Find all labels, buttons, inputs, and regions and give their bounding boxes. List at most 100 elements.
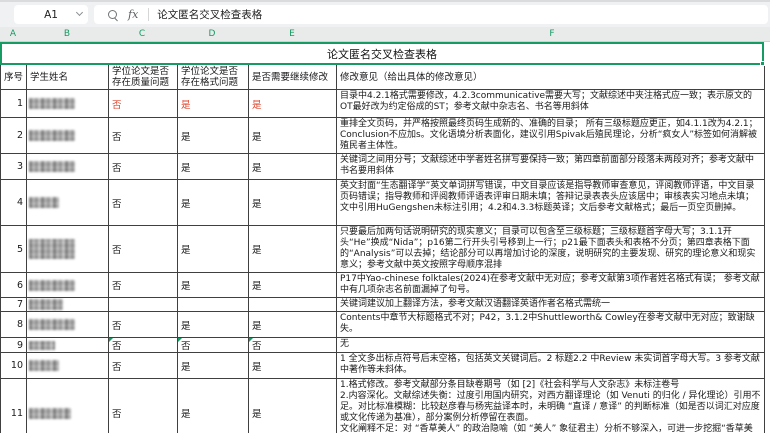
cell-needs-revision-flagged[interactable]: 否 [249,338,337,353]
cell-format-issue-flagged[interactable]: 否 [178,338,249,353]
cell-quality-issue[interactable]: 否 [109,226,178,273]
column-header-f[interactable]: F [549,27,554,42]
cell-comment[interactable]: 1 全文多出标点符号后未空格，包括英文关键词后。2 标题2.2 中Review … [337,353,765,379]
header-quality-issue[interactable]: 学位论文是否存在质量问题 [109,65,178,90]
cell-format-issue[interactable]: 是 [178,226,249,273]
formula-bar: A1 fx 论文匿名交叉检查表格 [0,2,770,27]
cell-format-issue[interactable]: 是 [178,312,249,338]
name-box[interactable]: A1 [14,5,88,24]
redacted-name-blur [29,130,75,141]
cell-seq[interactable]: 7 [1,298,27,312]
formula-input[interactable]: fx 论文匿名交叉检查表格 [94,5,768,24]
cell-comment[interactable]: 关键词建议加上翻译方法，参考文献汉语翻译英语作者名格式需统一 [337,298,765,312]
table-row: 9 否 否 否 无 [1,338,765,353]
header-seq[interactable]: 序号 [1,65,27,90]
cell-needs-revision[interactable]: 是 [249,90,337,118]
cell-format-issue[interactable]: 是 [178,379,249,433]
cell-needs-revision[interactable]: 是 [249,312,337,338]
redacted-name-blur [29,197,59,208]
cell-seq[interactable]: 1 [1,90,27,118]
cell-quality-issue[interactable]: 否 [109,90,178,118]
cell-student-name[interactable] [27,118,109,154]
header-student-name[interactable]: 学生姓名 [27,65,109,90]
fx-icon[interactable]: fx [128,8,138,21]
cell-quality-issue[interactable]: 否 [109,180,178,226]
column-header-d[interactable]: D [209,27,216,42]
cell-quality-issue[interactable]: 否 [109,312,178,338]
table-row: 7 关键词建议加上翻译方法，参考文献汉语翻译英语作者名格式需统一 [1,298,765,312]
cell-format-issue[interactable]: 是 [178,154,249,180]
cell-comment[interactable]: 关键词之间用分号；文献综述中学者姓名拼写要保持一致；第四章前面部分段落未两段对齐… [337,154,765,180]
table-row: 4 否 是 是 英文封面“生态翻译学”英文单词拼写错误，中文目录应该是指导教师审… [1,180,765,226]
cell-quality-issue[interactable] [109,298,178,312]
cell-comment[interactable]: 英文封面“生态翻译学”英文单词拼写错误，中文目录应该是指导教师审查意见，评阅教师… [337,180,765,226]
cell-seq[interactable]: 9 [1,338,27,353]
cell-needs-revision[interactable]: 是 [249,353,337,379]
cell-seq[interactable]: 5 [1,226,27,273]
cell-student-name[interactable] [27,90,109,118]
column-header-e[interactable]: E [289,27,295,42]
cell-format-issue[interactable]: 是 [178,118,249,154]
column-header-a[interactable]: A [10,27,16,42]
cell-needs-revision[interactable] [249,298,337,312]
cell-comment[interactable]: P17中Yao-chinese folktales(2024)在参考文献中无对应… [337,273,765,298]
header-format-issue[interactable]: 学位论文是否存在格式问题 [178,65,249,90]
cell-seq[interactable]: 11 [1,379,27,433]
cell-seq[interactable]: 8 [1,312,27,338]
cell-needs-revision[interactable]: 是 [249,118,337,154]
table-row: 8 否 是 是 Contents中章节大标题格式不对；P42，3.1.2中Shu… [1,312,765,338]
cell-quality-issue[interactable]: 否 [109,154,178,180]
cell-student-name[interactable] [27,298,109,312]
cell-needs-revision[interactable]: 是 [249,154,337,180]
cell-student-name[interactable] [27,312,109,338]
cell-seq[interactable]: 6 [1,273,27,298]
redacted-name-blur [29,408,71,419]
selected-title-cell[interactable]: 论文匿名交叉检查表格 [0,42,764,65]
fill-handle[interactable] [760,61,765,66]
cell-quality-issue[interactable]: 否 [109,379,178,433]
cell-quality-issue[interactable]: 否 [109,273,178,298]
cell-format-issue[interactable]: 是 [178,90,249,118]
cell-quality-issue[interactable]: 否 [109,118,178,154]
cell-format-issue[interactable] [178,298,249,312]
cell-comment[interactable]: 重排全文页码，并严格按照最终页码生成新的、准确的目录； 所有三级标题应更正，如4… [337,118,765,154]
cell-comment[interactable]: Contents中章节大标题格式不对；P42，3.1.2中Shuttlewort… [337,312,765,338]
chevron-down-icon[interactable] [76,9,83,16]
cell-comment[interactable]: 无 [337,338,765,353]
cell-format-issue[interactable]: 是 [178,273,249,298]
column-header-c[interactable]: C [139,27,145,42]
cell-comment[interactable]: 目录中4.2.1格式需要修改，4.2.3communicative需要大写；文献… [337,90,765,118]
spreadsheet-window: A1 fx 论文匿名交叉检查表格 A B C D E F 序号 学生姓名 学位 [0,0,770,433]
review-table: 序号 学生姓名 学位论文是否存在质量问题 学位论文是否存在格式问题 是否需要继续… [0,64,765,433]
redacted-name-blur [29,299,63,310]
cell-needs-revision[interactable]: 是 [249,273,337,298]
cell-student-name[interactable] [27,273,109,298]
cell-comment[interactable]: 1.格式修改。参考文献部分条目缺卷期号（如 [2]《社会科学与人文杂志》未标注卷… [337,379,765,433]
cell-seq[interactable]: 3 [1,154,27,180]
column-header-b[interactable]: B [64,27,70,42]
cell-comment[interactable]: 只要最后加两句话说明研究的现实意义；目录可以包含至三级标题；三级标题首字母大写；… [337,226,765,273]
magnifier-icon[interactable] [108,10,117,19]
cell-seq[interactable]: 10 [1,353,27,379]
cell-needs-revision[interactable]: 是 [249,180,337,226]
cell-seq[interactable]: 2 [1,118,27,154]
table-row: 1 否 是 是 目录中4.2.1格式需要修改，4.2.3communicativ… [1,90,765,118]
cell-needs-revision[interactable]: 是 [249,226,337,273]
header-comments[interactable]: 修改意见（给出具体的修改意见） [337,65,765,90]
cell-student-name[interactable] [27,379,109,433]
cell-student-name[interactable] [27,226,109,273]
cell-student-name[interactable] [27,154,109,180]
table-row: 11 否 是 是 1.格式修改。参考文献部分条目缺卷期号（如 [2]《社会科学与… [1,379,765,433]
cell-student-name[interactable] [27,338,109,353]
cell-needs-revision[interactable]: 是 [249,379,337,433]
cell-student-name[interactable] [27,180,109,226]
cell-format-issue[interactable]: 是 [178,353,249,379]
divider [148,8,149,21]
header-needs-revision[interactable]: 是否需要继续修改 [249,65,337,90]
cell-seq[interactable]: 4 [1,180,27,226]
cell-student-name[interactable] [27,353,109,379]
cell-quality-issue[interactable]: 否 [109,353,178,379]
redacted-name-blur [29,319,75,330]
cell-quality-issue-flagged[interactable]: 否 [109,338,178,353]
cell-format-issue[interactable]: 是 [178,180,249,226]
